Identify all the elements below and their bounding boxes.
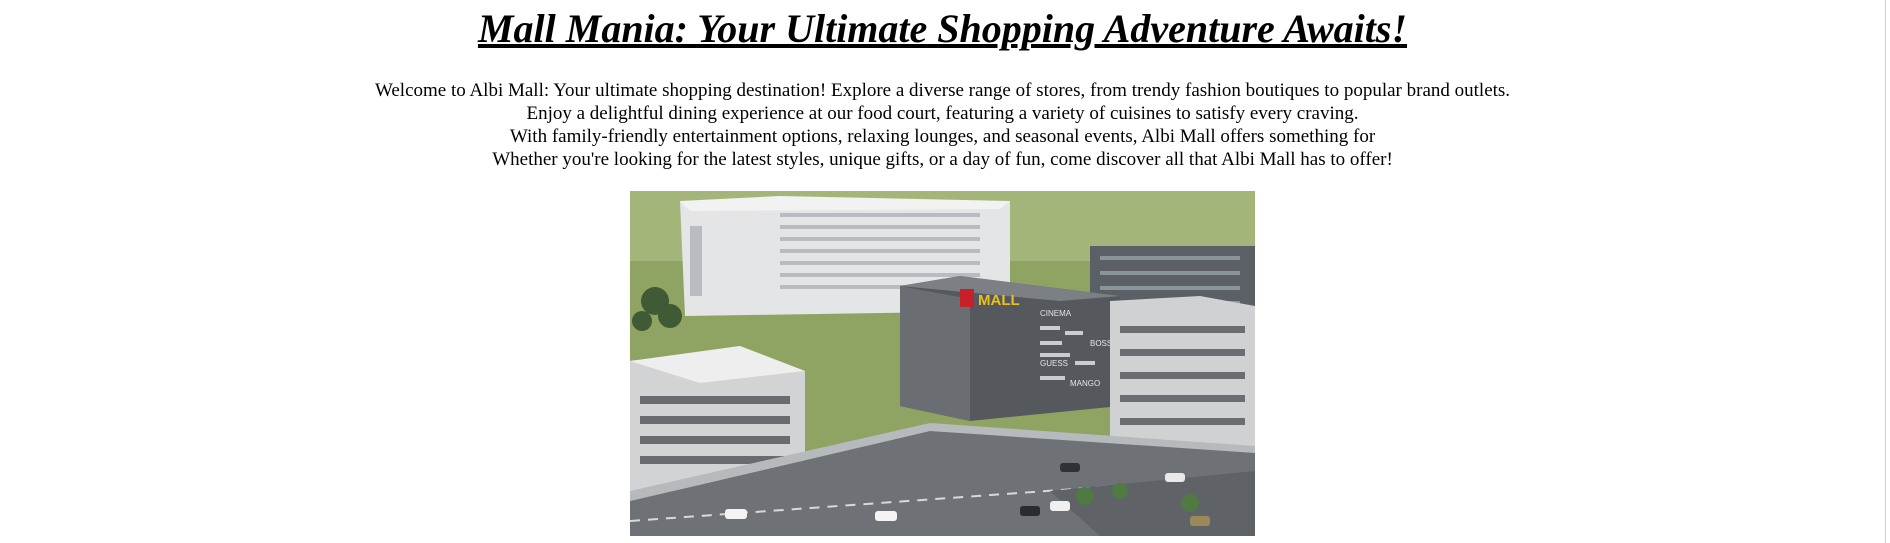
intro-line: With family-friendly entertainment optio… — [509, 126, 1376, 147]
intro-line: Welcome to Albi Mall: Your ultimate shop… — [374, 80, 1511, 101]
mall-rendering-illustration: MALL CINEMA BOSS GUESS MANGO — [630, 191, 1255, 536]
brand-logo: BOSS — [1090, 339, 1112, 348]
intro-line: Enjoy a delightful dining experience at … — [526, 103, 1359, 124]
brand-logo: CINEMA — [1040, 309, 1072, 318]
mall-sign: MALL — [978, 292, 1020, 309]
intro-text: Welcome to Albi Mall: Your ultimate shop… — [0, 79, 1885, 171]
mall-hero-image: MALL CINEMA BOSS GUESS MANGO — [630, 191, 1255, 536]
scrollbar-edge — [1885, 0, 1886, 543]
page-title: Mall Mania: Your Ultimate Shopping Adven… — [477, 6, 1408, 51]
page: Mall Mania: Your Ultimate Shopping Adven… — [0, 0, 1890, 543]
mall-logo — [960, 289, 974, 307]
brand-logo: GUESS — [1040, 359, 1068, 368]
intro-line: Whether you're looking for the latest st… — [492, 149, 1393, 170]
brand-logo: MANGO — [1070, 379, 1100, 388]
